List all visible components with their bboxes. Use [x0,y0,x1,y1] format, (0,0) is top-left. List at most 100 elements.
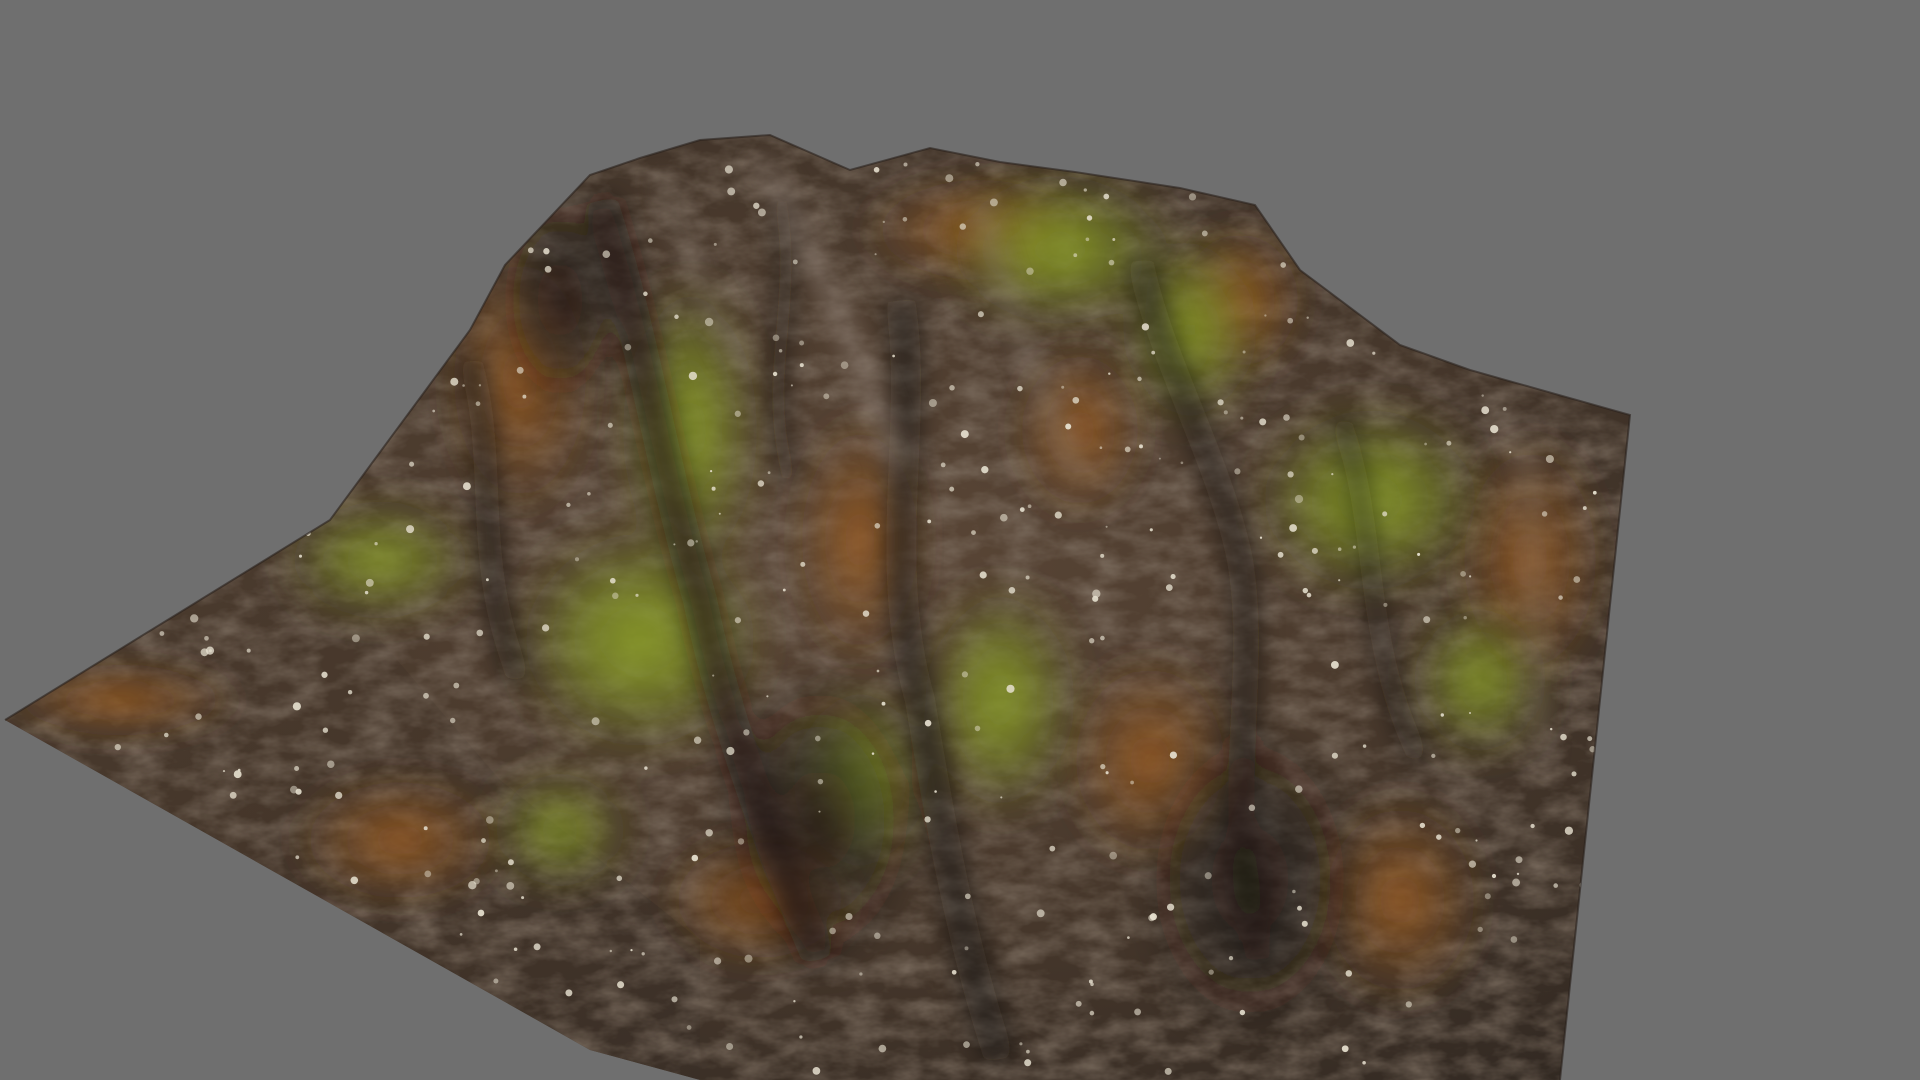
lichen-speck [609,577,616,584]
lichen-speck [574,557,580,562]
lichen-speck [713,957,722,965]
lichen-speck [59,930,64,936]
lichen-speck [513,947,518,951]
lichen-speck [1026,1049,1030,1054]
lichen-speck [1017,385,1023,392]
3d-viewport[interactable] [0,0,1920,1080]
lichen-speck [1297,905,1302,911]
lichen-speck [817,778,824,785]
lichen-speck [196,172,200,176]
lichen-speck [674,314,679,320]
lichen-speck [516,366,524,374]
lichen-speck [691,854,699,862]
lichen-speck [1608,898,1615,906]
lichen-speck [494,869,498,873]
lichen-speck [164,732,169,738]
lichen-speck [1283,414,1290,421]
lichen-speck [115,846,120,850]
lichen-speck [1490,424,1499,434]
lichen-speck [303,403,307,408]
lichen-speck [1092,589,1101,598]
lichen-speck [726,746,735,756]
lichen-speck [1481,406,1490,415]
lichen-speck [840,361,849,370]
lichen-speck [1516,872,1520,876]
lichen-speck [1530,823,1535,829]
lichen-speck [94,458,102,467]
lichen-speck [195,713,202,720]
lichen-speck [1089,638,1095,644]
lichen-speck [724,165,733,174]
lichen-speck [406,525,415,534]
lichen-speck [449,717,456,724]
lichen-speck [1109,851,1118,860]
lichen-speck [647,238,653,243]
lichen-speck [1515,856,1523,864]
lichen-speck [960,430,969,439]
lichen-speck [1362,1061,1366,1065]
lichen-speck [1108,259,1115,266]
lichen-speck [165,554,170,559]
lichen-speck [644,766,648,770]
lichen-speck [612,592,619,600]
lichen-speck [157,366,163,372]
lichen-speck [1598,1044,1607,1053]
lichen-speck [903,162,908,167]
lichen-speck [1259,536,1263,539]
lichen-speck [210,923,214,926]
lichen-speck [462,384,465,387]
lichen-speck [945,174,954,183]
lichen-speck [782,588,786,592]
lichen-speck [298,554,303,558]
lichen-speck [1264,314,1267,317]
lichen-speck [1124,446,1131,453]
lichen-speck [1100,763,1106,770]
lichen-speck [1350,290,1355,294]
lichen-speck [459,933,463,936]
lichen-speck [112,965,115,968]
lichen-speck [544,265,552,273]
lichen-speck [1345,970,1353,977]
lichen-speck [693,736,702,744]
lichen-speck [793,138,801,145]
lichen-speck [1382,511,1388,517]
lichen-speck [256,876,264,884]
lichen-speck [1134,1008,1142,1016]
terrain-mesh [4,133,1632,1080]
lichen-speck [1208,969,1214,975]
lichen-speck [1040,152,1047,159]
lichen-speck [1073,253,1078,258]
lichen-speck [1072,396,1080,404]
lichen-speck [1346,339,1355,347]
lichen-speck [630,948,633,952]
lichen-speck [130,266,135,271]
lichen-speck [145,251,151,257]
lichen-speck [462,482,471,491]
lichen-speck [453,682,460,689]
lichen-speck [1295,785,1303,793]
lichen-speck [1223,410,1228,415]
lichen-speck [533,943,541,951]
lichen-speck [20,583,26,589]
lichen-speck [1167,903,1175,911]
lichen-speck [111,1027,114,1030]
lichen-speck [1228,955,1234,961]
lichen-speck [76,874,80,877]
lichen-speck [892,354,895,358]
lichen-speck [1512,878,1521,887]
lichen-speck [343,461,350,468]
lichen-speck [1481,394,1484,397]
lichen-speck [1130,780,1134,785]
lichen-speck [1298,434,1305,441]
lichen-speck [799,1035,803,1039]
lichen-speck [244,434,253,443]
lichen-speck [1553,883,1558,888]
lichen-speck [29,659,38,667]
lichen-speck [870,141,878,149]
lichen-speck [206,280,216,289]
lichen-speck [1026,267,1034,275]
lichen-speck [335,791,343,800]
lichen-speck [1430,292,1437,299]
lichen-speck [964,946,969,951]
lichen-speck [409,461,415,467]
